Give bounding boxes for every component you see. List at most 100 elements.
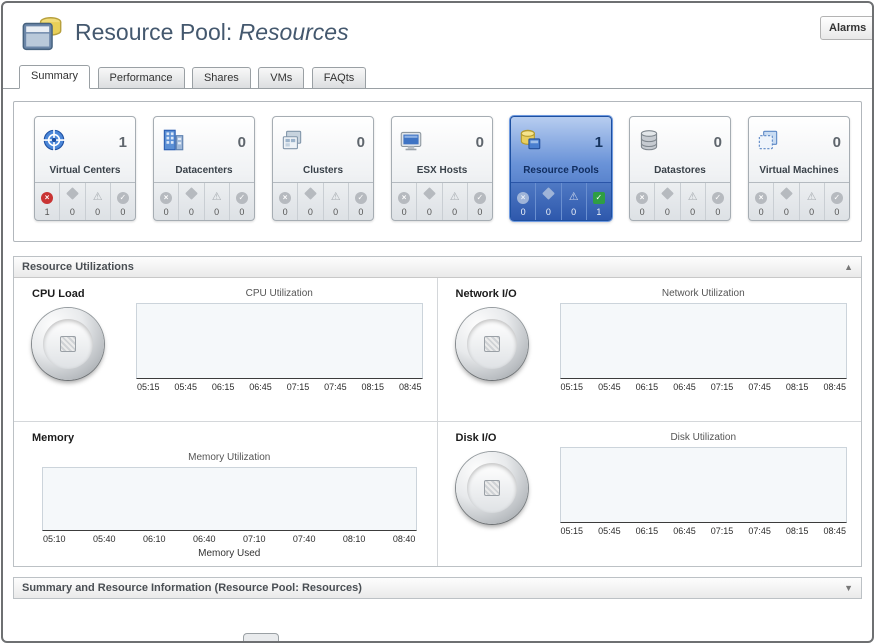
x-tick: 08:45 xyxy=(823,382,846,392)
normal-icon: ✓ xyxy=(712,192,724,204)
resource-utilizations-section: Resource Utilizations ▲ CPU Load CPU Uti… xyxy=(13,256,862,567)
x-tick: 06:10 xyxy=(143,534,166,544)
tile-count: 1 xyxy=(595,134,603,151)
x-axis-ticks: 05:15 05:45 06:15 06:45 07:15 07:45 08:1… xyxy=(136,379,423,392)
status-critical-cell[interactable]: 0 xyxy=(297,183,322,220)
x-tick: 06:15 xyxy=(636,382,659,392)
status-critical-cell[interactable]: 0 xyxy=(654,183,679,220)
status-row: × 0 0 ⚠ 0 ✓ 0 xyxy=(392,182,492,220)
alarms-button[interactable]: Alarms xyxy=(820,16,874,40)
x-tick: 08:15 xyxy=(786,526,809,536)
tab-vms[interactable]: VMs xyxy=(258,67,304,88)
status-count: 0 xyxy=(298,207,322,217)
status-count: 0 xyxy=(273,207,297,217)
tab-performance[interactable]: Performance xyxy=(98,67,185,88)
status-normal-cell[interactable]: ✓ 0 xyxy=(229,183,254,220)
cpu-load-gauge[interactable] xyxy=(32,308,104,380)
disk-utilization-chart xyxy=(560,447,848,523)
critical-icon xyxy=(66,187,79,200)
expand-icon[interactable]: ▼ xyxy=(844,583,853,593)
tab-faqts[interactable]: FAQts xyxy=(312,67,367,88)
critical-icon xyxy=(542,187,555,200)
status-critical-cell[interactable]: 0 xyxy=(535,183,560,220)
status-warning-cell[interactable]: ⚠ 0 xyxy=(799,183,824,220)
status-warning-cell[interactable]: ⚠ 0 xyxy=(204,183,229,220)
collapse-icon[interactable]: ▲ xyxy=(844,262,853,272)
status-normal-cell[interactable]: ✓ 1 xyxy=(586,183,611,220)
summary-info-header[interactable]: Summary and Resource Information (Resour… xyxy=(13,577,862,599)
network-utilization-chart xyxy=(560,303,848,379)
status-critical-cell[interactable]: 0 xyxy=(773,183,798,220)
fatal-icon: × xyxy=(636,192,648,204)
x-tick: 05:40 xyxy=(93,534,116,544)
x-tick: 08:40 xyxy=(393,534,416,544)
tab-shares[interactable]: Shares xyxy=(192,67,251,88)
x-tick: 05:45 xyxy=(598,382,621,392)
status-fatal-cell[interactable]: × 1 xyxy=(35,183,59,220)
status-normal-cell[interactable]: ✓ 0 xyxy=(467,183,492,220)
x-tick: 06:15 xyxy=(212,382,235,392)
panel-network: Network I/O Network Utilization 05:15 05… xyxy=(438,278,862,422)
status-warning-cell[interactable]: ⚠ 0 xyxy=(323,183,348,220)
x-tick: 05:15 xyxy=(137,382,160,392)
app-window: Resource Pool: Resources Alarms Summary … xyxy=(1,1,874,643)
tile-label: ESX Hosts xyxy=(392,160,492,182)
tile-count: 0 xyxy=(714,134,722,151)
tile-count: 0 xyxy=(357,134,365,151)
gauge-label: CPU Load xyxy=(32,288,136,300)
resource-utilizations-header[interactable]: Resource Utilizations ▲ xyxy=(14,257,861,278)
tile-datastores[interactable]: 0 Datastores × 0 0 ⚠ 0 xyxy=(629,116,731,221)
critical-icon xyxy=(304,187,317,200)
status-row: × 0 0 ⚠ 0 ✓ 0 xyxy=(273,182,373,220)
status-fatal-cell[interactable]: × 0 xyxy=(273,183,297,220)
x-tick: 08:45 xyxy=(823,526,846,536)
x-tick: 05:45 xyxy=(598,526,621,536)
disk-io-gauge[interactable] xyxy=(456,452,528,524)
main-content: 1 Virtual Centers × 1 0 ⚠ 0 xyxy=(3,89,872,599)
status-count: 0 xyxy=(205,207,229,217)
status-count: 0 xyxy=(825,207,849,217)
normal-icon: ✓ xyxy=(593,192,605,204)
status-fatal-cell[interactable]: × 0 xyxy=(630,183,654,220)
network-io-gauge[interactable] xyxy=(456,308,528,380)
status-warning-cell[interactable]: ⚠ 0 xyxy=(442,183,467,220)
x-tick: 05:45 xyxy=(174,382,197,392)
tab-summary[interactable]: Summary xyxy=(19,65,90,89)
status-warning-cell[interactable]: ⚠ 0 xyxy=(85,183,110,220)
status-normal-cell[interactable]: ✓ 0 xyxy=(110,183,135,220)
x-tick: 06:40 xyxy=(193,534,216,544)
section-title: Summary and Resource Information (Resour… xyxy=(22,582,362,594)
status-critical-cell[interactable]: 0 xyxy=(416,183,441,220)
status-normal-cell[interactable]: ✓ 0 xyxy=(705,183,730,220)
tile-virtual-machines[interactable]: 0 Virtual Machines × 0 0 ⚠ 0 xyxy=(748,116,850,221)
status-warning-cell[interactable]: ⚠ 0 xyxy=(680,183,705,220)
status-normal-cell[interactable]: ✓ 0 xyxy=(348,183,373,220)
tile-clusters[interactable]: 0 Clusters × 0 0 ⚠ 0 xyxy=(272,116,374,221)
status-count: 0 xyxy=(681,207,705,217)
normal-icon: ✓ xyxy=(831,192,843,204)
x-tick: 08:15 xyxy=(786,382,809,392)
status-critical-cell[interactable]: 0 xyxy=(178,183,203,220)
tile-datacenters[interactable]: 0 Datacenters × 0 0 ⚠ 0 xyxy=(153,116,255,221)
tab-bar: Summary Performance Shares VMs FAQts xyxy=(3,65,872,89)
status-warning-cell[interactable]: ⚠ 0 xyxy=(561,183,586,220)
status-fatal-cell[interactable]: × 0 xyxy=(154,183,178,220)
tile-resource-pools[interactable]: 1 Resource Pools × 0 0 ⚠ 0 xyxy=(510,116,612,221)
status-count: 0 xyxy=(86,207,110,217)
status-fatal-cell[interactable]: × 0 xyxy=(749,183,773,220)
tile-esx-hosts[interactable]: 0 ESX Hosts × 0 0 ⚠ 0 xyxy=(391,116,493,221)
tile-label: Datastores xyxy=(630,160,730,182)
status-count: 0 xyxy=(468,207,492,217)
warning-icon: ⚠ xyxy=(807,192,817,204)
status-fatal-cell[interactable]: × 0 xyxy=(392,183,416,220)
tile-count: 0 xyxy=(833,134,841,151)
status-normal-cell[interactable]: ✓ 0 xyxy=(824,183,849,220)
x-axis-label: Memory Used xyxy=(42,548,417,559)
x-tick: 07:45 xyxy=(324,382,347,392)
status-fatal-cell[interactable]: × 0 xyxy=(511,183,535,220)
tile-virtual-centers[interactable]: 1 Virtual Centers × 1 0 ⚠ 0 xyxy=(34,116,136,221)
virtual-machines-icon xyxy=(755,127,781,158)
warning-icon: ⚠ xyxy=(450,192,460,204)
status-row: × 1 0 ⚠ 0 ✓ 0 xyxy=(35,182,135,220)
status-critical-cell[interactable]: 0 xyxy=(59,183,84,220)
